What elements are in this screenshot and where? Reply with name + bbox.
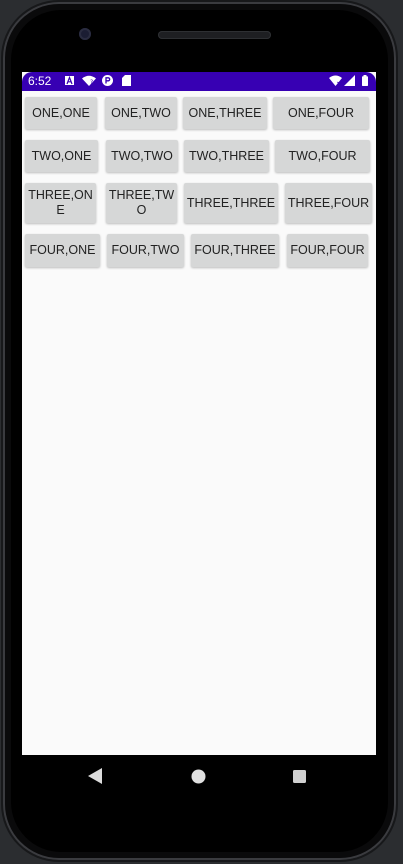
button-two-three[interactable]: TWO,THREE [184, 140, 269, 172]
p-icon [102, 75, 113, 86]
svg-text:?: ? [90, 79, 93, 86]
button-two-one[interactable]: TWO,ONE [25, 140, 98, 172]
button-four-two[interactable]: FOUR,TWO [107, 234, 184, 267]
speaker-grille [158, 31, 271, 39]
status-time: 6:52 [28, 74, 52, 88]
button-two-four[interactable]: TWO,FOUR [275, 140, 370, 172]
button-one-three[interactable]: ONE,THREE [183, 97, 267, 129]
button-three-one[interactable]: THREE,ONE [25, 183, 96, 223]
battery-icon [362, 75, 368, 86]
button-three-three[interactable]: THREE,THREE [184, 183, 278, 223]
status-bar: 6:52 ? [22, 72, 376, 91]
button-one-one[interactable]: ONE,ONE [25, 97, 97, 129]
back-icon[interactable] [88, 768, 102, 784]
button-one-two[interactable]: ONE,TWO [105, 97, 177, 129]
button-three-two[interactable]: THREE,TWO [106, 183, 177, 223]
button-four-four[interactable]: FOUR,FOUR [287, 234, 368, 267]
button-one-four[interactable]: ONE,FOUR [273, 97, 369, 129]
navigation-bar [8, 755, 385, 797]
home-icon[interactable] [191, 769, 206, 784]
wifi-question-icon: ? [82, 75, 96, 86]
recents-icon[interactable] [293, 770, 306, 783]
button-four-one[interactable]: FOUR,ONE [25, 234, 100, 267]
button-four-three[interactable]: FOUR,THREE [191, 234, 279, 267]
camera-icon [79, 28, 91, 40]
sd-card-icon [122, 75, 131, 86]
button-three-four[interactable]: THREE,FOUR [285, 183, 372, 223]
button-two-two[interactable]: TWO,TWO [106, 140, 178, 172]
a-notification-icon [65, 76, 74, 85]
app-screen: 6:52 ? ONE,ONE ONE,TWO ONE,THREE ONE,FOU… [22, 72, 376, 755]
signal-icon [344, 75, 355, 86]
wifi-x-icon [329, 75, 342, 86]
